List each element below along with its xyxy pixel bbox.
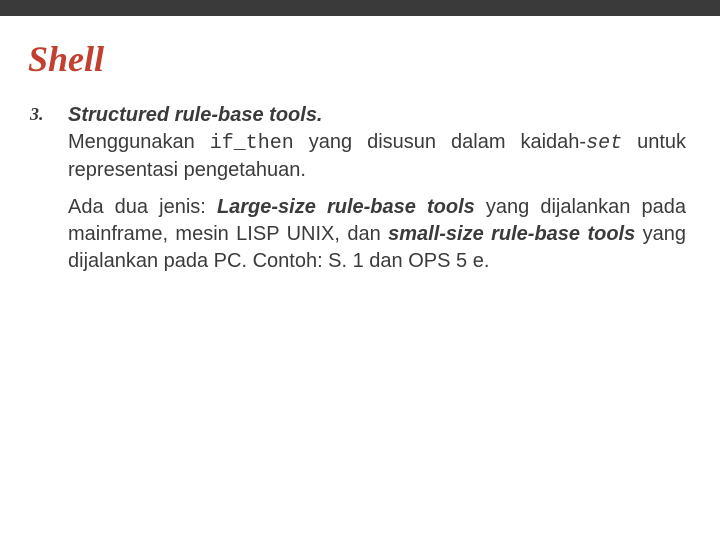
emphasis-large: Large-size rule-base tools <box>217 196 475 218</box>
content-list: 3. Structured rule-base tools. Menggunak… <box>28 102 692 275</box>
text-run: Menggunakan <box>68 131 210 153</box>
text-run: yang disusun dalam kaidah- <box>294 131 586 153</box>
top-bar <box>0 0 720 16</box>
list-marker: 3. <box>28 102 68 125</box>
list-item: 3. Structured rule-base tools. Menggunak… <box>28 102 692 275</box>
code-set: set <box>586 132 622 155</box>
slide-title: Shell <box>28 38 692 80</box>
code-if-then: if_then <box>210 132 294 155</box>
emphasis-small: small-size rule-base tools <box>388 223 635 245</box>
item-heading: Structured rule-base tools. <box>68 104 323 126</box>
paragraph-1: Structured rule-base tools. Menggunakan … <box>68 102 686 184</box>
paragraph-2: Ada dua jenis: Large-size rule-base tool… <box>68 194 686 275</box>
slide-content: Shell 3. Structured rule-base tools. Men… <box>0 16 720 275</box>
text-run: Ada dua jenis: <box>68 196 217 218</box>
list-body: Structured rule-base tools. Menggunakan … <box>68 102 692 275</box>
